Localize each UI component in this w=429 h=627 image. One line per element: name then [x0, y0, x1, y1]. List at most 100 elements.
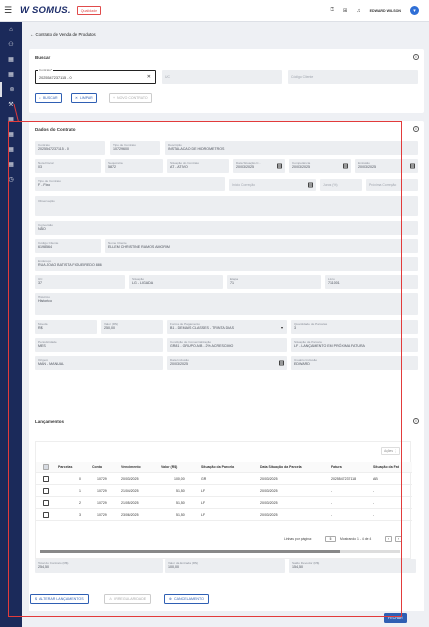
users-icon[interactable]: ⚇: [0, 37, 22, 52]
menu-icon[interactable]: ☰: [0, 5, 16, 16]
breadcrumb: ← Contrato de Venda de Produtos: [30, 32, 96, 37]
installment-status-field: Situação da Parcela LF - LANÇAMENTO EM PR…: [291, 338, 418, 352]
amount-field: Valor (R$) 250,00: [101, 320, 163, 334]
chevron-down-icon[interactable]: ▾: [281, 325, 283, 330]
client-code-field: Código Cliente 6198564: [35, 239, 101, 253]
calendar-icon[interactable]: [410, 163, 415, 169]
table-row[interactable]: 0 10729 20/03/2025 100,00 GR 20/03/2025 202554…: [36, 474, 412, 485]
info-icon[interactable]: i: [413, 126, 419, 132]
uc-input[interactable]: UC: [162, 70, 282, 84]
stage-field: Etapa 71: [227, 275, 321, 289]
inclusion-user-field: Usuário Inclusão EDWARD: [291, 356, 418, 370]
prev-page-button[interactable]: ‹: [385, 536, 392, 542]
uc-field: UC 37: [35, 275, 125, 289]
grid-icon[interactable]: ▦: [0, 157, 22, 172]
search-title: Buscar: [35, 55, 51, 60]
plus-icon: +: [113, 96, 116, 100]
page-title: Contrato de Venda de Produtos: [35, 32, 96, 37]
balance-field: Saldo Devedor (R$) 154,50: [289, 559, 416, 573]
calendar-icon[interactable]: [277, 163, 282, 169]
search-button[interactable]: ⌕ BUSCAR: [35, 93, 62, 103]
top-bar: ☰ W SOMUS. Qualidade ⍰ ⊞ ♫ EDWARD WILSON…: [0, 0, 429, 22]
description-field: Descrição INSTALACAO DE HIDROMETROS: [165, 141, 418, 155]
contract-type-field: Tipo de Contrato 10729600: [110, 141, 160, 155]
row-checkbox[interactable]: [43, 488, 49, 494]
grid-icon[interactable]: ▦: [0, 67, 22, 82]
commercial-condition-field: Condição de Comercialização GR81 - GRUPO …: [167, 338, 287, 352]
actions-button[interactable]: Ações ⋮: [381, 447, 400, 455]
calendar-icon[interactable]: [308, 182, 313, 188]
row-checkbox[interactable]: [43, 500, 49, 506]
book-field: Livro 711001: [325, 275, 418, 289]
logo: W SOMUS.: [20, 5, 71, 16]
bell-icon[interactable]: ♫: [357, 8, 361, 14]
currency-field: Moeda R$: [35, 320, 97, 334]
row-checkbox[interactable]: [43, 476, 49, 482]
home-icon[interactable]: ⌂: [0, 22, 22, 37]
grid-icon[interactable]: ▦: [0, 52, 22, 67]
competence-field[interactable]: Competência 20/03/2025: [289, 159, 351, 173]
chevron-down-icon[interactable]: ▾: [410, 6, 419, 15]
client-code-input[interactable]: Código Cliente: [288, 70, 418, 84]
grid-icon[interactable]: ▦: [0, 127, 22, 142]
new-contract-button[interactable]: + NOVO CONTRATO: [109, 93, 152, 103]
broadcast-icon[interactable]: ⊚: [0, 82, 22, 97]
calendar-icon[interactable]: [279, 360, 284, 366]
environment-badge: Qualidade: [76, 6, 102, 15]
search-icon: ⌕: [39, 96, 41, 100]
contract-data-title: Dados do Contrato: [35, 127, 76, 132]
info-icon[interactable]: i: [413, 418, 419, 424]
horizontal-scrollbar[interactable]: [40, 550, 400, 553]
sequence-field: Sequência 5872: [105, 159, 163, 173]
user-name[interactable]: EDWARD WILSON: [370, 9, 401, 13]
main-content: ← Contrato de Venda de Produtos Buscar i…: [22, 22, 429, 627]
dollar-icon: $: [35, 597, 37, 601]
entries-table: Ações ⋮ Parcelas Conta Vencimento Valor …: [35, 441, 412, 559]
select-all-checkbox[interactable]: [43, 464, 49, 470]
warning-icon: ⚠: [109, 597, 113, 601]
history-field: Histórico Historico: [35, 293, 418, 315]
rows-per-page-select[interactable]: 5: [325, 536, 336, 542]
periodicity-field: Periodicidade MES: [35, 338, 163, 352]
installments-field: Quantidade de Parcelas 3: [291, 320, 418, 334]
contract-input[interactable]: Contrato* 2025547237115 - 0 ✕: [35, 68, 156, 84]
next-correction-field[interactable]: Próxima Correção: [366, 179, 418, 191]
table-header: Parcelas Conta Vencimento Valor (R$) Sit…: [36, 462, 412, 473]
rows-per-page-label: Linhas por página:: [284, 537, 312, 541]
interest-field[interactable]: Juros (%): [320, 179, 362, 191]
row-checkbox[interactable]: [43, 512, 49, 518]
grid-icon[interactable]: ▦: [0, 142, 22, 157]
clock-icon[interactable]: ◷: [0, 172, 22, 187]
back-arrow-icon[interactable]: ←: [30, 32, 34, 37]
observation-field: Observação: [35, 196, 418, 216]
next-page-button[interactable]: ›: [395, 536, 402, 542]
table-row[interactable]: 1 10729 21/04/2025 51,50 LF 20/03/2025- -: [36, 486, 412, 497]
situation-field: Situação LG - LIGADA: [129, 275, 223, 289]
help-icon[interactable]: ⍰: [331, 7, 334, 14]
irregularity-button[interactable]: ⚠ IRREGULARIDADE: [104, 594, 152, 604]
calendar-icon[interactable]: [343, 163, 348, 169]
table-row[interactable]: 3 10729 23/06/2025 51,50 LF 20/03/2025- -: [36, 510, 412, 521]
apps-icon[interactable]: ⊞: [343, 8, 348, 14]
cancel-icon: ⊗: [169, 597, 173, 601]
origin-field: Origem MAN - MANUAL: [35, 356, 163, 370]
table-row[interactable]: 2 10729 21/05/2025 51,50 LF 20/03/2025- -: [36, 498, 412, 509]
clear-icon[interactable]: ✕: [147, 74, 151, 80]
change-entries-button[interactable]: $ ALTERAR LANÇAMENTOS: [30, 594, 89, 604]
emission-field[interactable]: Emissão 20/03/2025: [355, 159, 418, 173]
status-date-field[interactable]: Data Situação C... 20/03/2025: [233, 159, 285, 173]
close-button[interactable]: FECHAR: [384, 613, 407, 623]
correction-start-field[interactable]: Início Correção: [229, 179, 316, 191]
info-icon[interactable]: i: [413, 54, 419, 60]
client-name-field: Nome Cliente ELLEM CHRISTINE RAMOS AMORIM: [105, 239, 418, 253]
payment-method-field[interactable]: Forma de Pagamento B1 - DEMAIS CLASSES - …: [167, 320, 287, 334]
address-field: Endereço RUA JOAO BATISTA FIGUEIREDO 886: [35, 257, 418, 271]
entries-title: Lançamentos: [35, 419, 65, 424]
cancel-button[interactable]: ⊗ CANCELAMENTO: [164, 594, 209, 604]
contract-field: Contrato 2025547237115 - 0: [35, 141, 105, 155]
clear-button[interactable]: ✕ LIMPAR: [71, 93, 97, 103]
conversion-field: Conversão NÃO: [35, 221, 418, 235]
inclusion-date-field[interactable]: Data Inclusão 20/03/2025: [167, 356, 287, 370]
close-icon: ✕: [75, 96, 78, 100]
contract-status-field: Situação do Contrato AT - ATIVO: [167, 159, 229, 173]
